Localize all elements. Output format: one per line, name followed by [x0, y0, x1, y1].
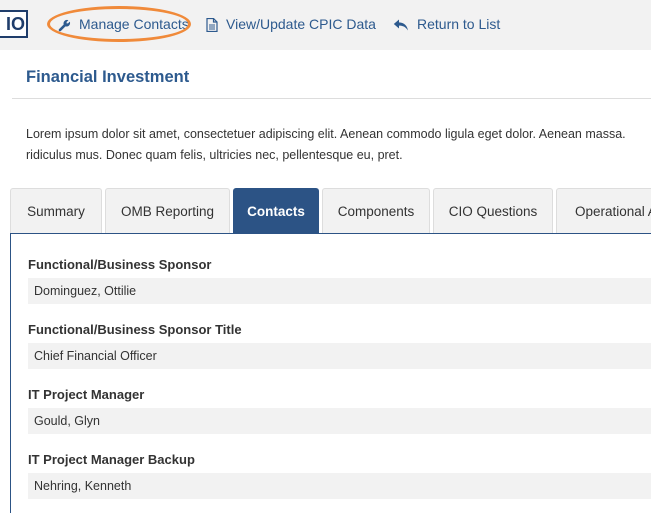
manage-contacts-label: Manage Contacts: [79, 16, 189, 32]
manage-contacts-link[interactable]: Manage Contacts: [58, 14, 189, 34]
title-divider: [12, 98, 651, 99]
return-arrow-icon: [393, 19, 409, 32]
description-line: Lorem ipsum dolor sit amet, consectetuer…: [26, 127, 626, 141]
field-value-business-sponsor: Dominguez, Ottilie: [28, 278, 651, 304]
page-title: Financial Investment: [26, 68, 190, 86]
document-icon: [206, 18, 218, 33]
app-logo[interactable]: IO: [0, 10, 28, 38]
toolbar: IO Manage Contacts View/Update CPIC Data…: [0, 0, 651, 50]
field-label-business-sponsor-title: Functional/Business Sponsor Title: [28, 322, 242, 337]
field-label-it-project-manager: IT Project Manager: [28, 387, 145, 402]
tab-bar: Summary OMB Reporting Contacts Component…: [10, 188, 651, 234]
field-label-business-sponsor: Functional/Business Sponsor: [28, 257, 212, 272]
page-description: Lorem ipsum dolor sit amet, consectetuer…: [26, 124, 651, 166]
tab-summary[interactable]: Summary: [10, 188, 102, 233]
view-update-cpic-link[interactable]: View/Update CPIC Data: [206, 14, 376, 34]
field-value-it-project-manager-backup: Nehring, Kenneth: [28, 473, 651, 499]
field-label-it-project-manager-backup: IT Project Manager Backup: [28, 452, 195, 467]
tab-omb-reporting[interactable]: OMB Reporting: [105, 188, 230, 233]
contacts-panel: [10, 233, 651, 513]
tab-contacts[interactable]: Contacts: [233, 188, 319, 233]
tab-components[interactable]: Components: [322, 188, 430, 233]
view-update-cpic-label: View/Update CPIC Data: [226, 16, 376, 32]
field-value-it-project-manager: Gould, Glyn: [28, 408, 651, 434]
tab-operational[interactable]: Operational A: [556, 188, 651, 233]
field-value-business-sponsor-title: Chief Financial Officer: [28, 343, 651, 369]
description-line: ridiculus mus. Donec quam felis, ultrici…: [26, 148, 403, 162]
wrench-icon: [58, 19, 71, 32]
return-to-list-label: Return to List: [417, 16, 501, 32]
return-to-list-link[interactable]: Return to List: [393, 14, 500, 34]
tab-cio-questions[interactable]: CIO Questions: [433, 188, 553, 233]
